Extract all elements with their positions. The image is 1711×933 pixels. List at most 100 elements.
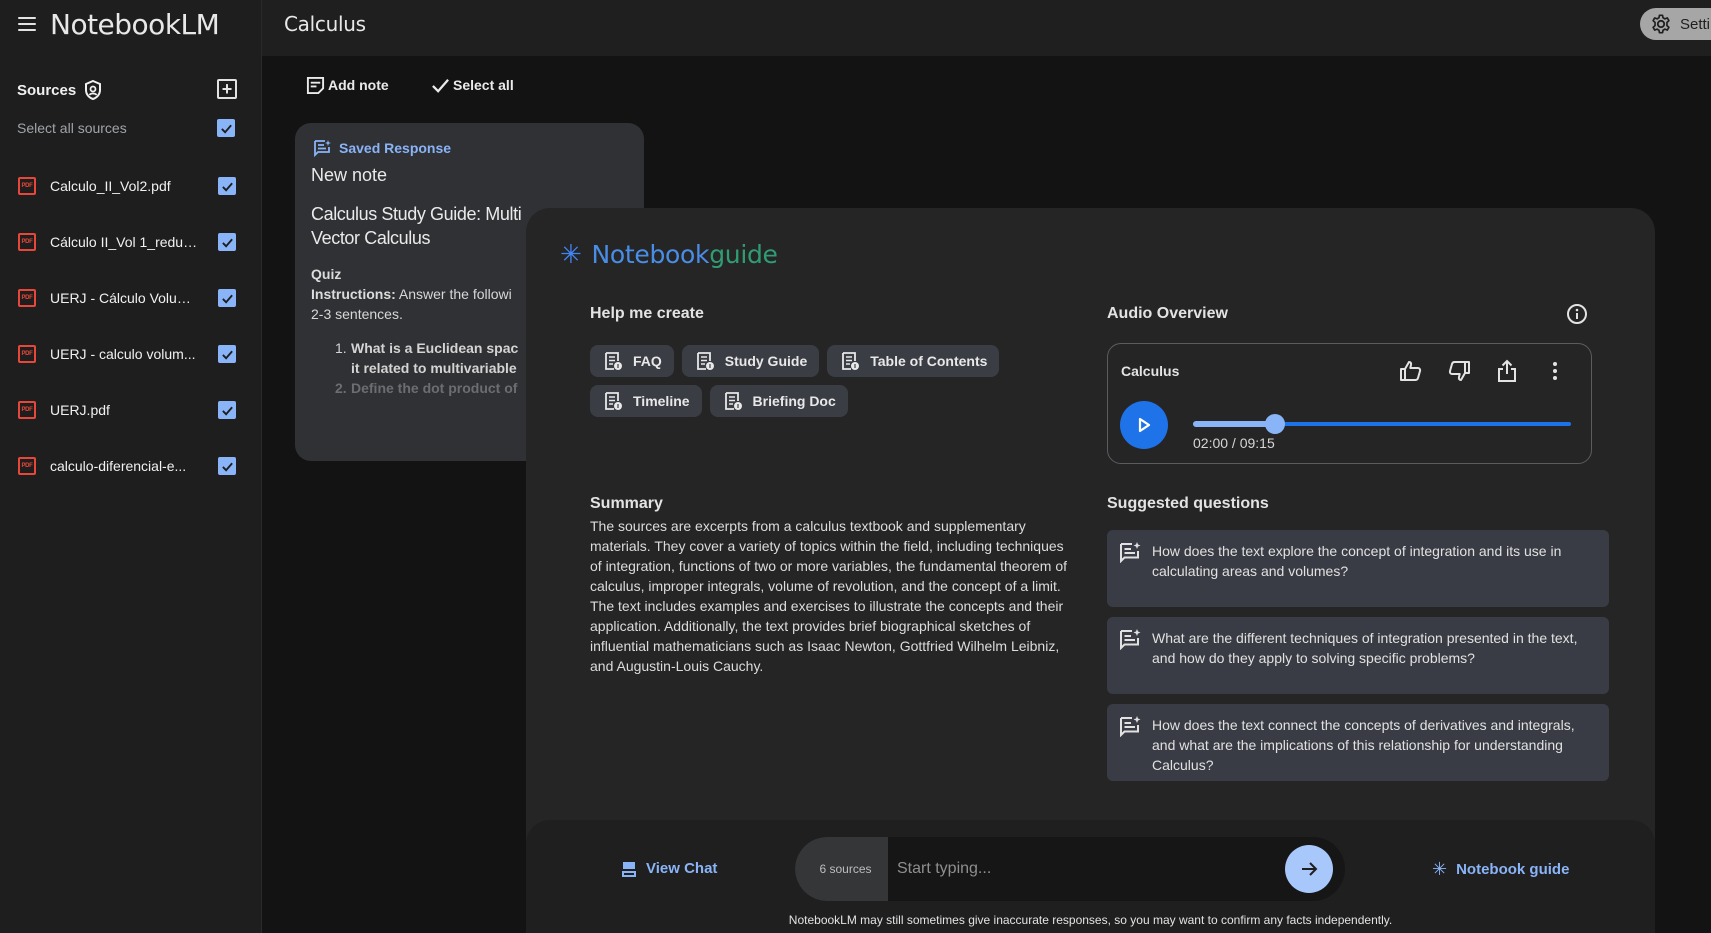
audio-progress-slider[interactable] bbox=[1193, 414, 1571, 434]
source-checkbox[interactable] bbox=[218, 233, 236, 251]
chat-input[interactable] bbox=[897, 837, 1257, 901]
more-vert-icon bbox=[1553, 362, 1557, 380]
info-icon[interactable] bbox=[1566, 303, 1588, 325]
suggested-questions-label: Suggested questions bbox=[1107, 495, 1269, 512]
add-source-button[interactable]: + bbox=[217, 79, 237, 99]
select-all-sources-label: Select all sources bbox=[17, 120, 127, 136]
doc-icon bbox=[605, 352, 622, 370]
thumbs-down-button[interactable] bbox=[1447, 359, 1471, 383]
sources-count-pill[interactable]: 6 sources bbox=[795, 837, 888, 901]
add-note-label: Add note bbox=[328, 77, 389, 93]
sources-header: Sources + bbox=[17, 78, 237, 102]
arrow-right-icon bbox=[1302, 862, 1318, 876]
note-instructions-text: Answer the followi bbox=[395, 286, 512, 302]
suggested-question[interactable]: How does the text connect the concepts o… bbox=[1107, 704, 1609, 781]
source-item[interactable]: PDF UERJ.pdf bbox=[0, 382, 262, 438]
add-note-button[interactable]: Add note bbox=[306, 74, 389, 96]
source-checkbox[interactable] bbox=[218, 401, 236, 419]
chip-timeline[interactable]: Timeline bbox=[590, 385, 702, 417]
quiz-number: 2. bbox=[335, 380, 347, 396]
thumbs-down-icon bbox=[1448, 361, 1470, 381]
chat-spark-icon bbox=[1120, 629, 1141, 650]
source-checkbox[interactable] bbox=[218, 177, 236, 195]
sidebar: NotebookLM Sources + Select all sources … bbox=[0, 0, 262, 933]
check-icon bbox=[221, 406, 233, 416]
chip-table-of-contents[interactable]: Table of Contents bbox=[827, 345, 1000, 377]
guide-title: ✳ Notebook guide bbox=[560, 240, 778, 269]
share-icon bbox=[1498, 359, 1516, 382]
suggested-question-text: What are the different techniques of int… bbox=[1152, 630, 1578, 666]
notebook-guide-button[interactable]: ✳ Notebook guide bbox=[1432, 860, 1569, 878]
chip-study-guide[interactable]: Study Guide bbox=[681, 345, 820, 377]
check-icon bbox=[221, 182, 233, 192]
share-button[interactable] bbox=[1495, 359, 1519, 383]
quiz-number: 1. bbox=[335, 340, 347, 356]
doc-icon bbox=[842, 352, 860, 370]
source-name: calculo-diferencial-e... bbox=[50, 458, 187, 474]
chip-label: FAQ bbox=[633, 353, 662, 369]
thumbs-up-button[interactable] bbox=[1399, 359, 1423, 383]
select-all-sources-row[interactable]: Select all sources bbox=[17, 118, 237, 138]
chip-faq[interactable]: FAQ bbox=[590, 345, 674, 377]
source-item[interactable]: PDF Calculo_II_Vol2.pdf bbox=[0, 158, 262, 214]
doc-icon bbox=[605, 392, 622, 410]
chip-label: Timeline bbox=[633, 393, 690, 409]
source-item[interactable]: PDF calculo-diferencial-e... bbox=[0, 438, 262, 494]
chip-briefing-doc[interactable]: Briefing Doc bbox=[709, 385, 848, 417]
select-all-sources-checkbox[interactable] bbox=[217, 119, 235, 137]
check-icon bbox=[432, 78, 449, 93]
slider-thumb[interactable] bbox=[1264, 414, 1285, 434]
chip-label: Briefing Doc bbox=[752, 393, 836, 409]
source-list: PDF Calculo_II_Vol2.pdf PDF Cálculo II_V… bbox=[0, 158, 262, 494]
send-button[interactable] bbox=[1285, 845, 1333, 893]
pdf-icon: PDF bbox=[18, 177, 36, 195]
view-chat-button[interactable]: View Chat bbox=[621, 860, 717, 877]
suggested-question[interactable]: How does the text explore the concept of… bbox=[1107, 530, 1609, 607]
source-name: UERJ - calculo volum... bbox=[50, 346, 196, 362]
note-title: New note bbox=[311, 165, 388, 185]
more-options-button[interactable] bbox=[1543, 359, 1567, 383]
sources-title: Sources bbox=[17, 81, 77, 99]
select-all-notes-button[interactable]: Select all bbox=[431, 74, 514, 96]
pdf-icon: PDF bbox=[18, 345, 36, 363]
source-checkbox[interactable] bbox=[218, 289, 236, 307]
brand: NotebookLM bbox=[18, 7, 220, 41]
source-item[interactable]: PDF UERJ - calculo volum... bbox=[0, 326, 262, 382]
suggested-questions-list: How does the text explore the concept of… bbox=[1107, 530, 1609, 791]
note-kind-label: Saved Response bbox=[339, 140, 452, 156]
pdf-icon: PDF bbox=[18, 289, 36, 307]
menu-icon[interactable] bbox=[18, 17, 36, 31]
check-icon bbox=[221, 462, 233, 472]
spark-icon: ✳ bbox=[1432, 859, 1448, 879]
suggested-question-text: How does the text connect the concepts o… bbox=[1152, 717, 1575, 773]
doc-icon bbox=[696, 352, 714, 370]
summary-label: Summary bbox=[590, 495, 663, 512]
settings-button[interactable]: Setti bbox=[1640, 8, 1711, 40]
view-chat-label: View Chat bbox=[646, 860, 718, 877]
chat-input-container: 6 sources bbox=[795, 837, 1345, 901]
check-icon bbox=[221, 238, 233, 248]
play-icon bbox=[1138, 417, 1151, 433]
slider-played bbox=[1193, 421, 1275, 427]
note-section: Quiz bbox=[311, 266, 342, 282]
check-icon bbox=[221, 294, 233, 304]
source-checkbox[interactable] bbox=[218, 345, 236, 363]
suggested-question[interactable]: What are the different techniques of int… bbox=[1107, 617, 1609, 694]
audio-overview-label: Audio Overview bbox=[1107, 305, 1228, 322]
chip-label: Table of Contents bbox=[870, 353, 988, 369]
app-name: NotebookLM bbox=[50, 7, 220, 41]
notebook-title[interactable]: Calculus bbox=[284, 12, 366, 36]
chat-spark-icon bbox=[1120, 542, 1141, 563]
doc-icon bbox=[724, 392, 742, 410]
select-all-notes-label: Select all bbox=[453, 77, 514, 93]
source-item[interactable]: PDF Cálculo II_Vol 1_reduzi... bbox=[0, 214, 262, 270]
check-icon bbox=[221, 350, 233, 360]
source-checkbox[interactable] bbox=[218, 457, 236, 475]
top-header: Calculus Setti bbox=[262, 0, 1711, 56]
saved-response-icon bbox=[314, 140, 331, 157]
source-item[interactable]: PDF UERJ - Cálculo Volum... bbox=[0, 270, 262, 326]
pdf-icon: PDF bbox=[18, 457, 36, 475]
play-button[interactable] bbox=[1120, 401, 1168, 449]
chat-panel-icon bbox=[622, 861, 636, 877]
guide-title-part2: guide bbox=[709, 240, 778, 269]
